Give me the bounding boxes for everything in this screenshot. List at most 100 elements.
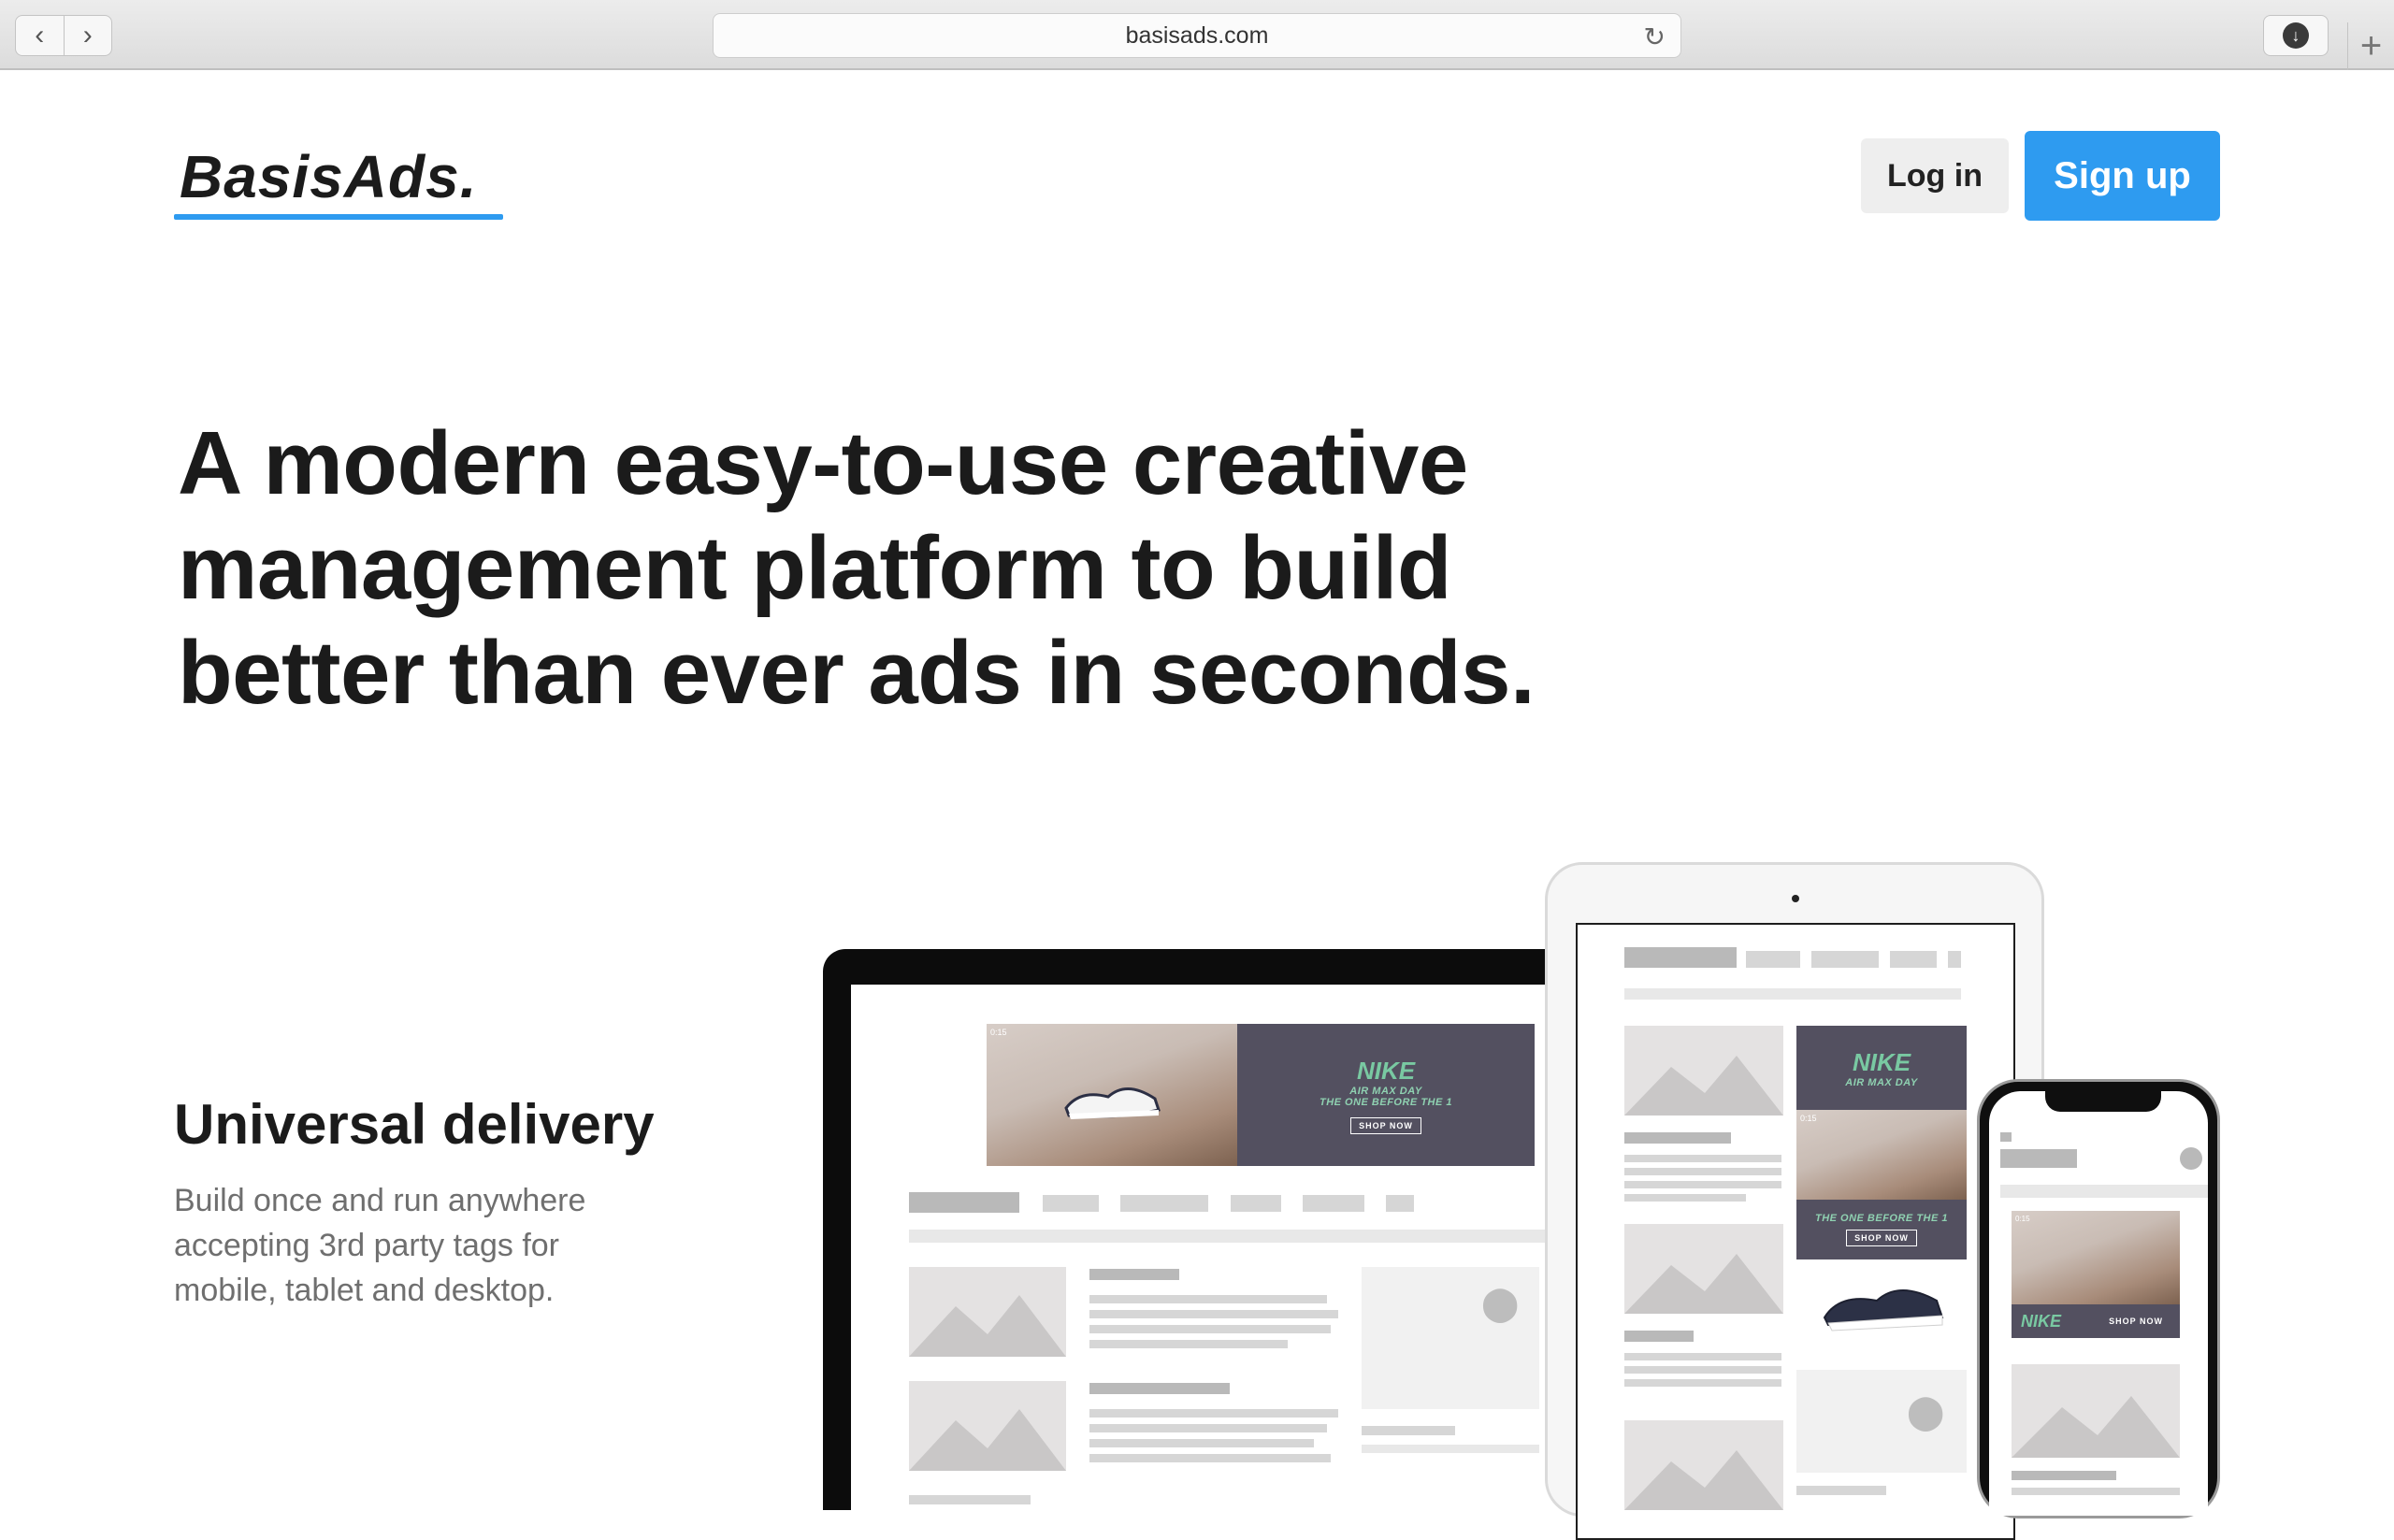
phone-screen: 0:15 NIKE SHOP NOW	[1989, 1091, 2208, 1516]
placeholder-bar	[1089, 1383, 1230, 1394]
avatar[interactable]	[2180, 1147, 2202, 1170]
ad-photo: 0:15	[1796, 1110, 1967, 1200]
shop-now-button[interactable]: SHOP NOW	[1350, 1116, 1421, 1134]
placeholder-bar	[1624, 1168, 1781, 1175]
placeholder-bar	[1089, 1295, 1327, 1303]
placeholder-bar	[1624, 1194, 1746, 1202]
history-nav: ‹ ›	[15, 15, 112, 56]
placeholder-bar	[1362, 1445, 1539, 1453]
forward-icon: ›	[82, 20, 93, 50]
placeholder-bar	[2000, 1149, 2077, 1168]
ad-panel[interactable]: NIKE SHOP NOW	[2012, 1304, 2180, 1338]
tablet-mockup: NIKE AIR MAX DAY 0:15 THE ONE BEFORE THE…	[1545, 862, 2044, 1540]
placeholder-bar	[909, 1495, 1031, 1504]
plus-icon: +	[2359, 25, 2383, 66]
hero-line: better than ever ads in seconds.	[178, 623, 1536, 723]
placeholder-bar	[1089, 1269, 1179, 1280]
feature-desc-line: mobile, tablet and desktop.	[174, 1273, 555, 1308]
ad-photo: 0:15	[2012, 1211, 2180, 1304]
nike-logo: NIKE	[1852, 1047, 1911, 1076]
placeholder-bar	[1624, 1353, 1781, 1360]
feature-desc-line: accepting 3rd party tags for	[174, 1228, 560, 1263]
feature-desc-line: Build once and run anywhere	[174, 1183, 586, 1218]
nike-logo: NIKE	[1356, 1056, 1416, 1085]
hero-line: A modern easy-to-use creative	[178, 413, 1468, 513]
placeholder-bar	[2000, 1132, 2012, 1142]
hero-headline: A modern easy-to-use creative management…	[178, 411, 1637, 726]
placeholder-bar	[1948, 951, 1961, 968]
ad-timer: 0:15	[2015, 1215, 2030, 1223]
back-button[interactable]: ‹	[16, 16, 64, 55]
shop-now-button[interactable]: SHOP NOW	[1846, 1230, 1917, 1246]
placeholder-bar	[1120, 1195, 1208, 1212]
image-placeholder	[1624, 1026, 1783, 1115]
map-placeholder: ⬤	[1362, 1267, 1539, 1409]
placeholder-bar	[909, 1230, 1590, 1243]
placeholder-bar	[1043, 1195, 1099, 1212]
image-placeholder	[909, 1267, 1066, 1357]
logo-underline	[174, 214, 503, 220]
placeholder-bar	[1089, 1409, 1338, 1418]
placeholder-bar	[1303, 1195, 1364, 1212]
placeholder-bar	[1624, 1132, 1731, 1144]
placeholder-bar	[1362, 1426, 1455, 1435]
placeholder-bar	[1624, 947, 1737, 968]
placeholder-bar	[1890, 951, 1937, 968]
tablet-screen: NIKE AIR MAX DAY 0:15 THE ONE BEFORE THE…	[1576, 923, 2015, 1540]
ad-line: THE ONE BEFORE THE 1	[1814, 1213, 1949, 1224]
url-text: basisads.com	[1125, 22, 1269, 49]
shoe-image	[1796, 1259, 1967, 1347]
forward-button[interactable]: ›	[63, 16, 112, 55]
laptop-screen: 0:15 NIKE AIR MAX DAY THE ONE BEFORE THE…	[851, 985, 1590, 1510]
shoe-image	[1064, 1087, 1161, 1119]
nike-logo: NIKE	[2021, 1311, 2062, 1331]
placeholder-bar	[2000, 1185, 2208, 1198]
browser-toolbar: ‹ › basisads.com ↻ ↓ +	[0, 0, 2394, 70]
placeholder-bar	[1231, 1195, 1281, 1212]
address-bar[interactable]: basisads.com ↻	[713, 13, 1681, 58]
placeholder-bar	[1624, 1366, 1781, 1374]
back-icon: ‹	[35, 20, 45, 50]
new-tab-button[interactable]: +	[2347, 22, 2394, 70]
placeholder-bar	[1624, 1155, 1781, 1162]
hero-line: management platform to build	[178, 518, 1452, 618]
image-placeholder	[1624, 1420, 1783, 1510]
reload-icon[interactable]: ↻	[1644, 22, 1666, 52]
laptop-mockup: 0:15 NIKE AIR MAX DAY THE ONE BEFORE THE…	[823, 949, 1590, 1510]
ad-line: THE ONE BEFORE THE 1	[1319, 1096, 1453, 1108]
placeholder-bar	[1624, 1379, 1781, 1387]
downloads-button[interactable]: ↓	[2263, 15, 2329, 56]
signup-button[interactable]: Sign up	[2025, 131, 2220, 221]
ad-panel[interactable]: NIKE AIR MAX DAY THE ONE BEFORE THE 1 SH…	[1237, 1024, 1535, 1166]
site-logo[interactable]: BasisAds.	[180, 142, 477, 211]
placeholder-bar	[1624, 1331, 1694, 1342]
image-placeholder	[2012, 1364, 2180, 1458]
placeholder-bar	[1089, 1454, 1331, 1462]
phone-mockup: 0:15 NIKE SHOP NOW	[1977, 1079, 2220, 1518]
ad-panel[interactable]: NIKE AIR MAX DAY	[1796, 1026, 1967, 1110]
feature-description: Build once and run anywhere accepting 3r…	[174, 1178, 698, 1313]
download-icon: ↓	[2283, 22, 2309, 49]
placeholder-bar	[1089, 1424, 1327, 1432]
placeholder-bar	[1624, 988, 1961, 1000]
placeholder-bar	[1746, 951, 1800, 968]
placeholder-bar	[1089, 1340, 1288, 1348]
placeholder-bar	[2012, 1488, 2180, 1495]
image-placeholder	[1624, 1224, 1783, 1314]
placeholder-bar	[909, 1192, 1019, 1213]
map-placeholder: ⬤	[1796, 1370, 1967, 1473]
placeholder-bar	[1089, 1310, 1338, 1318]
ad-timer: 0:15	[990, 1028, 1007, 1037]
feature-title: Universal delivery	[174, 1093, 655, 1156]
ad-photo: 0:15	[987, 1024, 1237, 1166]
placeholder-bar	[2012, 1471, 2116, 1480]
ad-line: AIR MAX DAY	[1845, 1076, 1918, 1088]
tablet-camera	[1792, 895, 1799, 902]
shop-now-button[interactable]: SHOP NOW	[2101, 1314, 2170, 1329]
placeholder-bar	[1089, 1325, 1331, 1333]
phone-notch	[2045, 1091, 2161, 1112]
placeholder-bar	[1386, 1195, 1414, 1212]
map-pin-icon: ⬤	[1481, 1284, 1520, 1322]
ad-panel[interactable]: THE ONE BEFORE THE 1 SHOP NOW	[1796, 1200, 1967, 1259]
login-button[interactable]: Log in	[1861, 138, 2009, 213]
